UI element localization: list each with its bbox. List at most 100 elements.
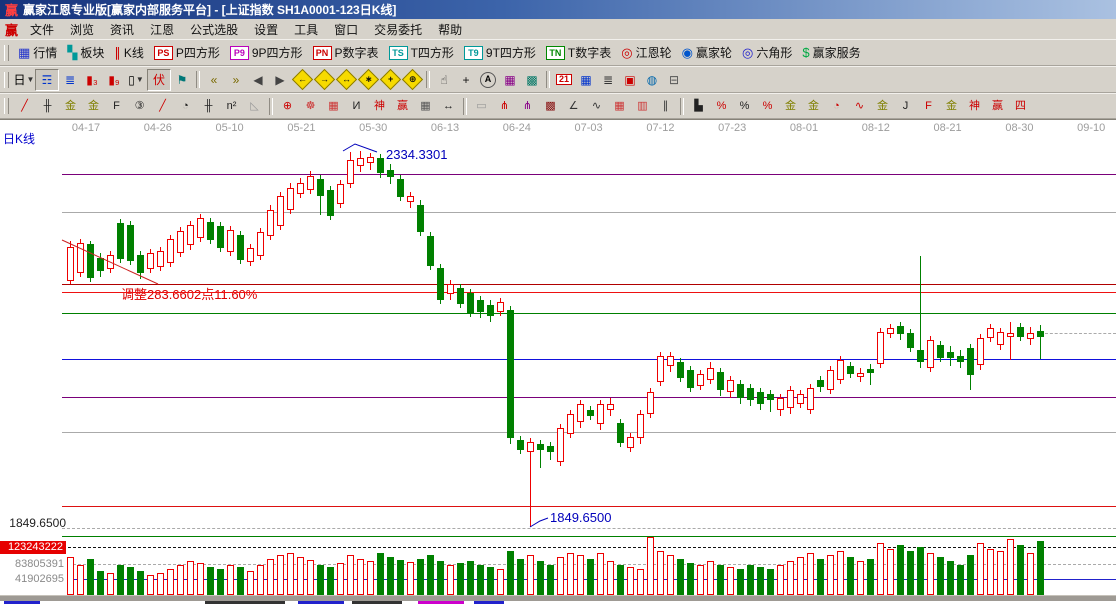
draw-tool-button[interactable]: 金 bbox=[59, 97, 82, 116]
draw-tool-button[interactable]: ◺ bbox=[243, 97, 266, 116]
draw-tool-button[interactable]: ∥ bbox=[654, 97, 677, 116]
draw-tool-button[interactable]: ↔ bbox=[437, 97, 460, 116]
network-button[interactable]: ◍ bbox=[641, 70, 663, 90]
draw-tool-icon: 金 bbox=[65, 99, 76, 112]
zoom-area-button[interactable]: A bbox=[477, 70, 499, 90]
toolbar-button-江恩轮[interactable]: ◎ 江恩轮 bbox=[616, 43, 676, 62]
toolbar-button-9P四方形[interactable]: P9 9P四方形 bbox=[225, 43, 308, 62]
draw-tool-button[interactable]: ③ bbox=[128, 97, 151, 116]
draw-tool-button[interactable]: ▦ bbox=[414, 97, 437, 116]
draw-tool-button[interactable]: ▩ bbox=[539, 97, 562, 116]
info-panel-button[interactable]: ≣ bbox=[59, 70, 81, 90]
bars-3-button[interactable]: ▮₃ bbox=[81, 70, 103, 90]
menu-item[interactable]: 浏览 bbox=[62, 21, 102, 39]
draw-tool-button[interactable]: ╱ bbox=[13, 97, 36, 116]
draw-tool-button[interactable]: 神 bbox=[368, 97, 391, 116]
candle-type-button[interactable]: ▯ ▼ bbox=[125, 70, 147, 90]
toolbar-button-六角形[interactable]: ◎ 六角形 bbox=[737, 43, 797, 62]
calculator-button[interactable]: ▦ bbox=[575, 70, 597, 90]
draw-tool-button[interactable]: ▥ bbox=[631, 97, 654, 116]
draw-tool-button[interactable]: % bbox=[733, 97, 756, 116]
jump-last-button[interactable]: » bbox=[225, 70, 247, 90]
scroll-both-button[interactable]: ↔ bbox=[335, 68, 357, 91]
draw-tool-button[interactable]: ∿ bbox=[585, 97, 608, 116]
toolbar-button-板块[interactable]: ▚ 板块 bbox=[62, 43, 109, 62]
draw-tool-button[interactable]: 赢 bbox=[986, 97, 1009, 116]
draw-tool-button[interactable]: J bbox=[894, 97, 917, 116]
draw-tool-button[interactable]: И bbox=[345, 97, 368, 116]
draw-tool-button[interactable]: 金 bbox=[779, 97, 802, 116]
draw-tool-button[interactable]: 金 bbox=[82, 97, 105, 116]
draw-tool-button[interactable]: 金 bbox=[940, 97, 963, 116]
menu-item[interactable]: 公式选股 bbox=[182, 21, 246, 39]
draw-tool-button[interactable]: F bbox=[105, 97, 128, 116]
draw-tool-button[interactable]: n² bbox=[220, 97, 243, 116]
menu-item[interactable]: 交易委托 bbox=[366, 21, 430, 39]
hand-tool-button[interactable]: ☝ bbox=[433, 70, 455, 90]
chart-style-button[interactable]: ☶ bbox=[35, 68, 59, 91]
grid-purple-button[interactable]: ▦ bbox=[499, 70, 521, 90]
menu-item[interactable]: 设置 bbox=[246, 21, 286, 39]
toolbar-button-P四方形[interactable]: PS P四方形 bbox=[149, 43, 225, 62]
step-right-button[interactable]: ▶ bbox=[269, 70, 291, 90]
candle bbox=[297, 183, 304, 194]
draw-tool-button[interactable]: ∿ bbox=[848, 97, 871, 116]
draw-tool-button[interactable]: ◔ bbox=[825, 97, 848, 116]
draw-tool-button[interactable]: % bbox=[710, 97, 733, 116]
print-button[interactable]: ⊟ bbox=[663, 70, 685, 90]
zoom-out-button[interactable]: ∗ bbox=[357, 68, 379, 91]
toolbar-button-T四方形[interactable]: TS T四方形 bbox=[384, 43, 459, 62]
draw-tool-button[interactable]: 金 bbox=[802, 97, 825, 116]
menu-item[interactable]: 资讯 bbox=[102, 21, 142, 39]
toolbar-button-行情[interactable]: ▦ 行情 bbox=[13, 43, 62, 62]
draw-tool-button[interactable]: ▦ bbox=[322, 97, 345, 116]
notebook-button[interactable]: ≣ bbox=[597, 70, 619, 90]
calendar-button[interactable]: 21 bbox=[553, 70, 575, 90]
scroll-right-button[interactable]: → bbox=[313, 68, 335, 91]
draw-tool-button[interactable]: 神 bbox=[963, 97, 986, 116]
toolbar-button-赢家服务[interactable]: $ 赢家服务 bbox=[797, 43, 865, 62]
draw-tool-button[interactable]: 金 bbox=[871, 97, 894, 116]
menu-item[interactable]: 窗口 bbox=[326, 21, 366, 39]
menu-item[interactable]: 帮助 bbox=[430, 21, 470, 39]
draw-tool-button[interactable]: ⋔ bbox=[493, 97, 516, 116]
toolbar-button-赢家轮[interactable]: ◉ 赢家轮 bbox=[677, 43, 737, 62]
crosshair-tool-button[interactable]: + bbox=[455, 70, 477, 90]
zoom-in-button[interactable]: + bbox=[379, 68, 401, 91]
toolbar-button-T数字表[interactable]: TN T数字表 bbox=[541, 43, 616, 62]
draw-tool-button[interactable]: ∠ bbox=[562, 97, 585, 116]
main-chart[interactable]: 日K线 2334.3301 调整283.6602点11.60% 1849.650… bbox=[0, 119, 1116, 604]
draw-tool-button[interactable]: ☸ bbox=[299, 97, 322, 116]
draw-tool-button[interactable]: 四 bbox=[1009, 97, 1032, 116]
zoom-all-button[interactable]: ⊕ bbox=[401, 68, 423, 91]
draw-tool-button[interactable]: ╫ bbox=[197, 97, 220, 116]
menu-item[interactable]: 江恩 bbox=[142, 21, 182, 39]
flag-marker-button[interactable]: ⚑ bbox=[171, 70, 193, 90]
draw-tool-button[interactable]: ⊕ bbox=[276, 97, 299, 116]
title-bar[interactable]: 赢 赢家江恩专业版[赢家内部服务平台] - [上证指数 SH1A0001-123… bbox=[0, 0, 1116, 19]
menu-item[interactable]: 工具 bbox=[286, 21, 326, 39]
toolbar-button-9T四方形[interactable]: T9 9T四方形 bbox=[459, 43, 541, 62]
k-pattern-button[interactable]: 伏 bbox=[147, 68, 171, 91]
jump-first-button[interactable]: « bbox=[203, 70, 225, 90]
draw-tool-button[interactable]: ◔ bbox=[174, 97, 197, 116]
scroll-left-button[interactable]: ← bbox=[291, 68, 313, 91]
draw-tool-button[interactable]: 赢 bbox=[391, 97, 414, 116]
step-left-button[interactable]: ◀ bbox=[247, 70, 269, 90]
draw-tool-button[interactable]: ▦ bbox=[608, 97, 631, 116]
toolbar-button-K线[interactable]: ∥ K线 bbox=[109, 43, 149, 62]
save-button[interactable]: ▣ bbox=[619, 70, 641, 90]
grid-teal-button[interactable]: ▩ bbox=[521, 70, 543, 90]
menu-item[interactable]: 文件 bbox=[22, 21, 62, 39]
volume-bar bbox=[827, 555, 834, 595]
draw-tool-button[interactable]: ⋔ bbox=[516, 97, 539, 116]
period-day-button[interactable]: 日 ▼ bbox=[13, 70, 35, 90]
bars-9-button[interactable]: ▮₉ bbox=[103, 70, 125, 90]
draw-tool-button[interactable]: % bbox=[756, 97, 779, 116]
draw-tool-button[interactable]: ▙ bbox=[687, 97, 710, 116]
toolbar-button-P数字表[interactable]: PN P数字表 bbox=[308, 43, 384, 62]
draw-tool-button[interactable]: ╫ bbox=[36, 97, 59, 116]
draw-tool-button[interactable]: ╱ bbox=[151, 97, 174, 116]
draw-tool-button[interactable]: ▭ bbox=[470, 97, 493, 116]
draw-tool-button[interactable]: F bbox=[917, 97, 940, 116]
